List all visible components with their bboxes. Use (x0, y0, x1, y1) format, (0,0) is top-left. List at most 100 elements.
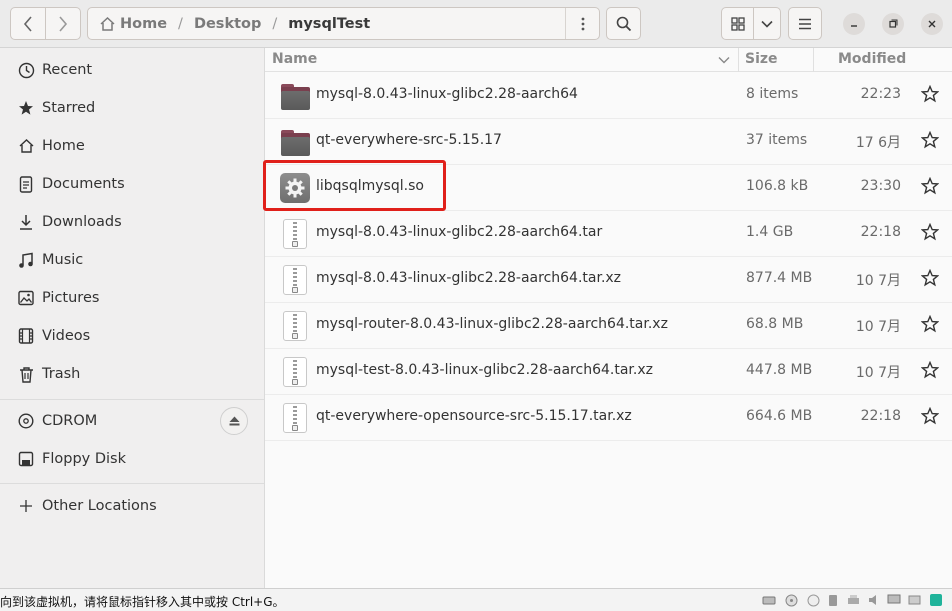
sidebar-item-videos[interactable]: Videos (0, 317, 264, 355)
file-size: 877.4 MB (746, 270, 813, 286)
star-outline-icon[interactable] (921, 269, 939, 287)
search-button[interactable] (606, 7, 641, 40)
header-bar: Home / Desktop / mysqlTest (0, 0, 952, 48)
file-row[interactable]: mysql-router-8.0.43-linux-glibc2.28-aarc… (265, 303, 952, 349)
file-row[interactable]: qt-everywhere-opensource-src-5.15.17.tar… (265, 395, 952, 441)
forward-button[interactable] (45, 7, 81, 40)
star-outline-icon[interactable] (921, 177, 939, 195)
star-outline-icon[interactable] (921, 315, 939, 333)
breadcrumb-desktop[interactable]: / Desktop (167, 16, 261, 32)
download-icon (17, 213, 35, 231)
cd-icon[interactable] (784, 593, 798, 607)
file-size: 68.8 MB (746, 316, 804, 332)
chevron-right-icon (59, 15, 68, 32)
sidebar-item-label: Starred (42, 100, 96, 116)
breadcrumb-separator: / (272, 15, 278, 32)
vm-status-bar: 向到该虚拟机，请将鼠标指针移入其中或按 Ctrl+G。 (0, 588, 952, 611)
sidebar-item-downloads[interactable]: Downloads (0, 203, 264, 241)
usb-icon[interactable] (826, 593, 840, 607)
sidebar-item-recent[interactable]: Recent (0, 51, 264, 89)
chevron-down-icon[interactable] (718, 56, 730, 64)
hamburger-icon (799, 18, 811, 29)
file-row[interactable]: mysql-8.0.43-linux-glibc2.28-aarch64.tar… (265, 257, 952, 303)
vm-tools-icon[interactable] (929, 593, 943, 607)
message-icon[interactable] (907, 593, 921, 607)
column-modified-header[interactable]: Modified (838, 51, 906, 67)
sidebar-item-music[interactable]: Music (0, 241, 264, 279)
column-divider (738, 48, 739, 72)
breadcrumb-current[interactable]: / mysqlTest (261, 16, 370, 32)
printer-icon[interactable] (846, 593, 860, 607)
sidebar-item-floppy-disk[interactable]: Floppy Disk (0, 440, 264, 478)
star-outline-icon[interactable] (921, 131, 939, 149)
breadcrumb-separator: / (178, 15, 183, 32)
file-row[interactable]: mysql-8.0.43-linux-glibc2.28-aarch64.tar… (265, 211, 952, 257)
file-modified: 17 6月 (855, 135, 901, 151)
home-icon (100, 16, 115, 31)
file-row[interactable]: mysql-test-8.0.43-linux-glibc2.28-aarch6… (265, 349, 952, 395)
file-size: 8 items (746, 86, 799, 102)
sidebar-item-label: CDROM (42, 413, 98, 429)
file-modified: 23:30 (860, 178, 901, 194)
file-row[interactable]: qt-everywhere-src-5.15.17 37 items 17 6月 (265, 119, 952, 165)
video-icon (17, 327, 35, 345)
chevron-left-icon (23, 15, 32, 32)
archive-icon (280, 311, 310, 341)
file-list: Name Size Modified mysql-8.0.43-linux-gl… (265, 48, 952, 588)
column-header: Name Size Modified (265, 48, 952, 72)
file-row[interactable]: mysql-8.0.43-linux-glibc2.28-aarch64 8 i… (265, 73, 952, 119)
star-outline-icon[interactable] (921, 223, 939, 241)
sidebar-item-starred[interactable]: Starred (0, 89, 264, 127)
breadcrumb-home[interactable]: Home (99, 16, 167, 32)
disc-icon (17, 412, 35, 430)
sidebar-item-trash[interactable]: Trash (0, 355, 264, 393)
star-outline-icon[interactable] (921, 361, 939, 379)
close-icon (928, 20, 936, 28)
path-bar: Home / Desktop / mysqlTest (87, 7, 600, 40)
close-button[interactable] (921, 13, 943, 35)
view-toggle-button[interactable] (721, 7, 754, 40)
sidebar-item-cdrom[interactable]: CDROM (0, 402, 264, 440)
file-size: 664.6 MB (746, 408, 813, 424)
sidebar-item-documents[interactable]: Documents (0, 165, 264, 203)
star-outline-icon[interactable] (921, 407, 939, 425)
back-button[interactable] (10, 7, 46, 40)
breadcrumb-label-current: mysqlTest (288, 15, 371, 32)
trash-icon (17, 365, 35, 383)
column-name-header[interactable]: Name (272, 51, 317, 67)
minimize-button[interactable] (843, 13, 865, 35)
sidebar-item-label: Documents (42, 176, 125, 192)
path-menu-button[interactable] (565, 8, 599, 39)
plus-icon (17, 497, 35, 515)
star-icon (17, 99, 35, 117)
file-modified: 22:23 (860, 86, 901, 102)
sound-icon[interactable] (867, 593, 881, 607)
sidebar-item-label: Downloads (42, 214, 122, 230)
file-modified: 10 7月 (855, 273, 901, 289)
display-icon[interactable] (887, 593, 901, 607)
sidebar-item-other-locations[interactable]: Other Locations (0, 487, 264, 525)
star-outline-icon[interactable] (921, 85, 939, 103)
sidebar-item-label: Pictures (42, 290, 100, 306)
view-options-dropdown[interactable] (753, 7, 781, 40)
main-menu-button[interactable] (788, 7, 822, 40)
clock-icon (17, 61, 35, 79)
eject-button[interactable] (220, 407, 248, 435)
chevron-down-icon (761, 20, 773, 28)
file-name: mysql-8.0.43-linux-glibc2.28-aarch64.tar (316, 224, 603, 240)
maximize-icon (889, 19, 898, 28)
folder-icon (280, 81, 310, 111)
network-icon[interactable] (806, 593, 820, 607)
sidebar-item-home[interactable]: Home (0, 127, 264, 165)
hard-disk-icon[interactable] (762, 593, 776, 607)
sidebar-item-label: Floppy Disk (42, 451, 126, 467)
document-icon (17, 175, 35, 193)
column-size-header[interactable]: Size (745, 51, 778, 67)
sidebar-item-pictures[interactable]: Pictures (0, 279, 264, 317)
sidebar-item-label: Music (42, 252, 84, 268)
highlight-annotation (263, 160, 446, 211)
file-modified: 10 7月 (855, 319, 901, 335)
sidebar-item-label: Trash (42, 366, 81, 382)
maximize-button[interactable] (882, 13, 904, 35)
music-icon (17, 251, 35, 269)
